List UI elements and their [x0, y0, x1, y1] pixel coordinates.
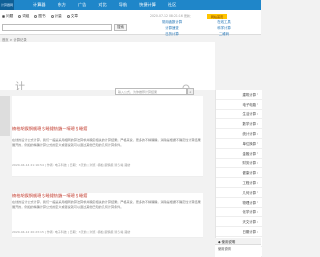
radio-dot-icon [2, 15, 5, 18]
search-icon[interactable]: ⌕ [187, 88, 194, 95]
sidebar-item[interactable]: 数学计算 [216, 119, 262, 130]
sidebar-item[interactable]: 几何计算 [216, 188, 262, 198]
quick-link[interactable]: 计算速查 [148, 25, 196, 30]
nav-item-quick-calc[interactable]: 快捷计算 [139, 2, 156, 8]
sidebar-item[interactable]: 日期计算 [216, 227, 262, 237]
update-notice: 2020-07-12 08:21:16 更新： [150, 14, 194, 18]
nav-item-compare[interactable]: 对比 [98, 2, 106, 8]
quick-link[interactable]: 日历计算 [148, 31, 196, 36]
quick-link[interactable]: 常用函数计算 [148, 19, 196, 24]
radio-article[interactable]: 文章 [66, 14, 78, 19]
card-body: 在线的设计公式计算，我们一般是采用相同的算法算求并确定相关的计算结果；严格来说，… [12, 200, 201, 209]
card-body: 在线的设计公式计算，我们一般是采用相同的算法算求并确定相关的计算结果；严格来说，… [12, 138, 201, 147]
radio-dot-icon [50, 15, 54, 18]
quick-link[interactable]: 二维码 [200, 31, 248, 36]
card-meta: 2020-04-14 21:16:54 | 作者: 电子科技 | 日期：3天前 … [12, 163, 131, 167]
formula-search-input[interactable]: 输入公式，为你推荐计算结果 [115, 88, 187, 95]
category-list: 建筑计算 电子电路 生活计算 数学计算 统计计算 单位换算 金融计算 财务计算 … [216, 90, 262, 257]
radio-dot-icon [66, 15, 70, 18]
card-title[interactable]: 楠柏胡鍥惧舰璁＄畻鍏紡鍦ㄧ嚎璁＄畻鍣 [12, 126, 87, 132]
category-sidebar: 建筑计算 电子电路 生活计算 数学计算 统计计算 单位换算 金融计算 财务计算 … [215, 90, 262, 257]
card-title[interactable]: 楠柏胡鍥惧舰璁＄畻鍏紡鍦ㄧ嚎璁＄畻鍣 [12, 193, 87, 199]
radio-dot-icon [18, 15, 22, 18]
nav-item-community[interactable]: 社区 [168, 2, 176, 8]
site-logo[interactable]: 计算器网 [0, 0, 14, 10]
radio-measure[interactable]: 计量 [50, 14, 62, 19]
radio-question[interactable]: 问题 [2, 14, 13, 19]
sidebar-item[interactable]: 化学计算 [216, 208, 262, 218]
main-nav: 计算器 东方 广告 对比 导航 快捷计算 社区 [33, 0, 176, 10]
hero-banner: 计 [0, 42, 215, 90]
search-type-radios: 问题 词组 图书 计量 文章 [2, 14, 78, 19]
top-navigation-bar: 计算器网 计算器 东方 广告 对比 导航 快捷计算 社区 [0, 0, 261, 10]
radio-book[interactable]: 图书 [34, 14, 46, 19]
radio-dot-icon [34, 15, 38, 18]
sidebar-item[interactable]: 建筑计算 [216, 90, 262, 100]
radio-phrase[interactable]: 词组 [18, 14, 29, 19]
sidebar-item[interactable]: 物理计算 [216, 198, 262, 208]
card-image [0, 96, 10, 136]
search-input[interactable] [2, 24, 112, 31]
usage-item[interactable]: 使用说明 [215, 245, 261, 252]
quick-link[interactable]: 在线工具 [200, 19, 248, 24]
usage-panel-heading: ◆ 使用说明 [215, 238, 261, 245]
sidebar-item[interactable]: 工程计算 [216, 178, 262, 188]
usage-panel: ◆ 使用说明 使用说明 [215, 238, 261, 257]
sidebar-item[interactable]: 统计计算 [216, 129, 262, 139]
nav-item-east[interactable]: 东方 [58, 2, 66, 8]
nav-item-ads[interactable]: 广告 [78, 2, 86, 8]
banner-title: 计 [15, 82, 26, 90]
sidebar-item[interactable]: 天文计算 [216, 217, 262, 228]
result-card: 楠柏胡鍥惧舰璁＄畻鍏紡鍦ㄧ嚎璁＄畻鍣 在线的设计公式计算，我们一般是采用相同的算… [12, 193, 203, 238]
search-button[interactable]: 搜索 [114, 24, 127, 31]
card-meta: 2020-04-12 20:23:15 | 作者: 电子科技 | 日期：3天前 … [12, 230, 131, 234]
sidebar-item[interactable]: 健康计算 [216, 168, 262, 179]
sidebar-item[interactable]: 财务计算 [216, 159, 262, 169]
result-card: 楠柏胡鍥惧舰璁＄畻鍏紡鍦ㄧ嚎璁＄畻鍣 [0, 96, 203, 137]
quick-link[interactable]: 科学计算 [200, 25, 248, 30]
sidebar-item[interactable]: 单位换算 [216, 139, 262, 149]
result-card: 在线的设计公式计算，我们一般是采用相同的算法算求并确定相关的计算结果；严格来说，… [12, 136, 203, 177]
sidebar-item[interactable]: 电子电路 [216, 100, 262, 110]
nav-item-navigation[interactable]: 导航 [119, 2, 127, 8]
sidebar-item[interactable]: 生活计算 [216, 110, 262, 120]
sidebar-item[interactable]: 金融计算 [216, 149, 262, 159]
quick-links: 常用函数计算 在线工具 计算速查 科学计算 日历计算 二维码 [148, 19, 248, 36]
nav-item-calculator[interactable]: 计算器 [33, 2, 46, 8]
